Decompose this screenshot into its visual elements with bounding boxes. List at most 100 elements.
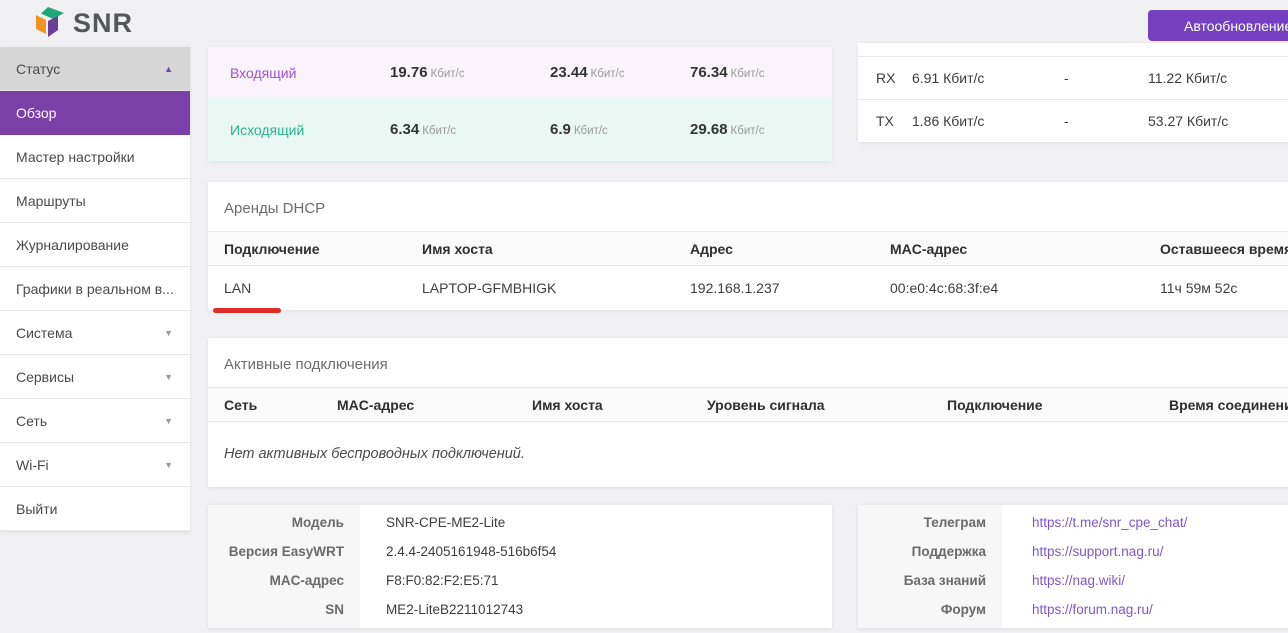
sidebar-item-label: Мастер настройки — [16, 149, 135, 165]
dhcp-connection-cell: LAN — [224, 280, 422, 296]
info-row-forum: Форум https://forum.nag.ru/ — [858, 595, 1288, 624]
info-row-knowledge-base: База знаний https://nag.wiki/ — [858, 566, 1288, 595]
info-row-mac: MAC-адрес F8:F0:82:F2:E5:71 — [208, 566, 832, 595]
logo-text: SNR — [73, 7, 133, 39]
sidebar-item-routes[interactable]: Маршруты — [0, 179, 190, 223]
sidebar-item-label: Журналирование — [16, 237, 129, 253]
firmware-version-value: 2.4.4-2405161948-516b6f54 — [360, 544, 556, 559]
column-header: Оставшееся время а — [1160, 241, 1288, 257]
tx-value-2: - — [1064, 113, 1148, 129]
auto-update-button[interactable]: Автообновление в — [1148, 10, 1288, 41]
info-label: Версия EasyWRT — [208, 544, 360, 559]
column-header: Имя хоста — [422, 241, 690, 257]
dhcp-lease-time-cell: 11ч 59м 52с — [1160, 280, 1288, 296]
traffic-value: 6.34Кбит/с — [390, 121, 550, 139]
info-label: Форум — [858, 602, 1002, 617]
column-header: Имя хоста — [532, 397, 707, 413]
traffic-label-incoming: Входящий — [230, 65, 390, 81]
column-header: MAC-адрес — [890, 241, 1160, 257]
info-row-model: Модель SNR-CPE-ME2-Lite — [208, 508, 832, 537]
device-info-card: Модель SNR-CPE-ME2-Lite Версия EasyWRT 2… — [208, 505, 832, 628]
support-link[interactable]: https://support.nag.ru/ — [1032, 544, 1163, 559]
traffic-value: 23.44Кбит/с — [550, 64, 690, 82]
traffic-value: 19.76Кбит/с — [390, 64, 550, 82]
sidebar-item-system[interactable]: Система ▼ — [0, 311, 190, 355]
snr-logo-icon — [36, 7, 66, 39]
column-header: Сеть — [224, 397, 337, 413]
column-header: Подключение — [224, 241, 422, 257]
chevron-down-icon: ▼ — [164, 460, 173, 470]
sidebar-item-label: Статус — [16, 61, 60, 77]
knowledge-base-link[interactable]: https://nag.wiki/ — [1032, 573, 1125, 588]
chevron-down-icon: ▼ — [164, 372, 173, 382]
chevron-down-icon: ▼ — [164, 416, 173, 426]
topbar: SNR Автообновление в — [0, 0, 1288, 46]
device-model-value: SNR-CPE-ME2-Lite — [360, 515, 505, 530]
info-row-serial: SN ME2-LiteB2211012743 — [208, 595, 832, 624]
sidebar-item-status[interactable]: Статус ▲ — [0, 47, 190, 91]
info-label: Поддержка — [858, 544, 1002, 559]
info-label: База знаний — [858, 573, 1002, 588]
serial-number-value: ME2-LiteB2211012743 — [360, 602, 523, 617]
dhcp-address-cell: 192.168.1.237 — [690, 280, 890, 296]
sidebar-item-wifi[interactable]: Wi-Fi ▼ — [0, 443, 190, 487]
dhcp-mac-cell: 00:e0:4c:68:3f:e4 — [890, 280, 1160, 296]
tx-value-3: 53.27 Кбит/с — [1148, 113, 1288, 129]
active-connections-card: Активные подключения Сеть MAC-адрес Имя … — [208, 338, 1288, 487]
chevron-down-icon: ▼ — [164, 328, 173, 338]
telegram-link[interactable]: https://t.me/snr_cpe_chat/ — [1032, 515, 1187, 530]
sidebar-item-label: Сервисы — [16, 369, 74, 385]
info-label: SN — [208, 602, 360, 617]
dhcp-hostname-cell: LAPTOP-GFMBHIGK — [422, 280, 690, 296]
sidebar-item-label: Система — [16, 325, 72, 341]
info-row-firmware: Версия EasyWRT 2.4.4-2405161948-516b6f54 — [208, 537, 832, 566]
sidebar-item-overview[interactable]: Обзор — [0, 91, 190, 135]
sidebar-item-network[interactable]: Сеть ▼ — [0, 399, 190, 443]
sidebar: Статус ▲ Обзор Мастер настройки Маршруты… — [0, 47, 190, 531]
sidebar-item-label: Wi-Fi — [16, 457, 49, 473]
info-label: MAC-адрес — [208, 573, 360, 588]
tx-label: TX — [876, 113, 912, 129]
info-label: Телеграм — [858, 515, 1002, 530]
info-label: Модель — [208, 515, 360, 530]
column-header: Подключение — [947, 397, 1169, 413]
sidebar-item-services[interactable]: Сервисы ▼ — [0, 355, 190, 399]
info-row-telegram: Телеграм https://t.me/snr_cpe_chat/ — [858, 508, 1288, 537]
column-header: Адрес — [690, 241, 890, 257]
tx-row: TX 1.86 Кбит/с - 53.27 Кбит/с — [858, 99, 1288, 142]
sidebar-item-realtime-graphs[interactable]: Графики в реальном в... — [0, 267, 190, 311]
rx-value-3: 11.22 Кбит/с — [1148, 70, 1288, 86]
rx-value-1: 6.91 Кбит/с — [912, 70, 1064, 86]
clipped-row — [858, 43, 1288, 56]
traffic-label-outgoing: Исходящий — [230, 122, 390, 138]
connections-table-header: Сеть MAC-адрес Имя хоста Уровень сигнала… — [208, 387, 1288, 422]
dhcp-card-title: Аренды DHCP — [208, 182, 1288, 231]
empty-state-text: Нет активных беспроводных подключений. — [208, 422, 1288, 462]
snr-logo: SNR — [36, 7, 133, 39]
sidebar-item-setup-wizard[interactable]: Мастер настройки — [0, 135, 190, 179]
tx-value-1: 1.86 Кбит/с — [912, 113, 1064, 129]
page: SNR Автообновление в Статус ▲ Обзор Маст… — [0, 0, 1288, 633]
rx-label: RX — [876, 70, 912, 86]
support-links-card: Телеграм https://t.me/snr_cpe_chat/ Подд… — [858, 505, 1288, 628]
info-row-support: Поддержка https://support.nag.ru/ — [858, 537, 1288, 566]
sidebar-item-label: Графики в реальном в... — [16, 281, 174, 297]
mac-address-value: F8:F0:82:F2:E5:71 — [360, 573, 499, 588]
column-header: Уровень сигнала — [707, 397, 947, 413]
dhcp-table-header: Подключение Имя хоста Адрес MAC-адрес Ос… — [208, 231, 1288, 266]
traffic-value: 76.34Кбит/с — [690, 64, 832, 82]
forum-link[interactable]: https://forum.nag.ru/ — [1032, 602, 1153, 617]
red-underline-annotation — [213, 308, 281, 313]
sidebar-item-logout[interactable]: Выйти — [0, 487, 190, 531]
rx-value-2: - — [1064, 70, 1148, 86]
sidebar-item-logging[interactable]: Журналирование — [0, 223, 190, 267]
traffic-row-outgoing: Исходящий 6.34Кбит/с 6.9Кбит/с 29.68Кбит… — [208, 98, 832, 161]
interface-stats-card: RX 6.91 Кбит/с - 11.22 Кбит/с TX 1.86 Кб… — [858, 43, 1288, 142]
sidebar-item-label: Обзор — [16, 105, 56, 121]
connections-card-title: Активные подключения — [208, 338, 1288, 387]
traffic-value: 29.68Кбит/с — [690, 121, 832, 139]
rx-row: RX 6.91 Кбит/с - 11.22 Кбит/с — [858, 56, 1288, 99]
dhcp-table-row: LAN LAPTOP-GFMBHIGK 192.168.1.237 00:e0:… — [208, 266, 1288, 310]
sidebar-item-label: Выйти — [16, 501, 57, 517]
column-header: Время соединения — [1169, 397, 1288, 413]
